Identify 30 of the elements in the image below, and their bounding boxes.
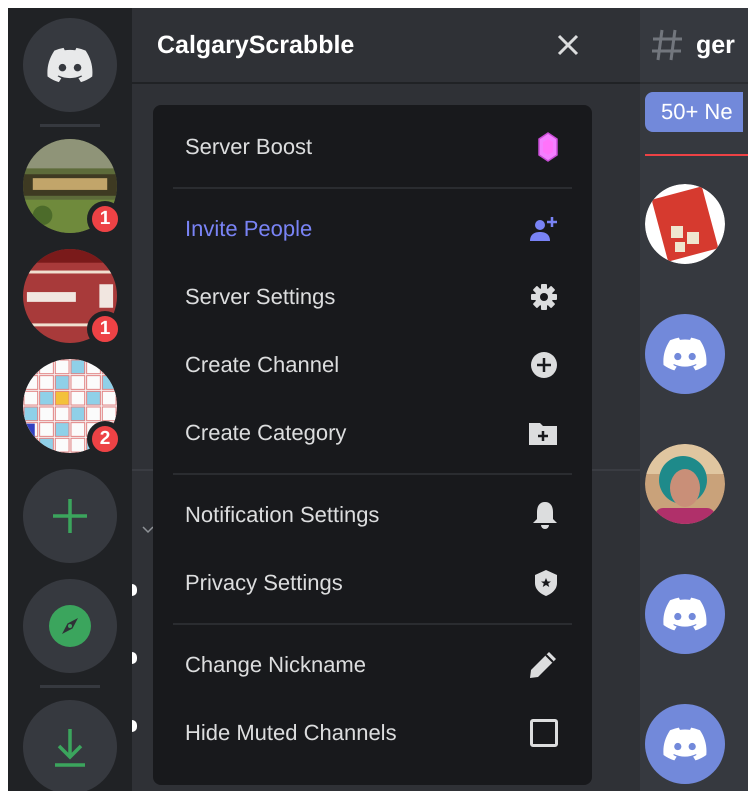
folder-plus-icon: [528, 420, 558, 446]
menu-item[interactable]: Change Nickname: [173, 631, 572, 699]
chevron-icon[interactable]: [142, 526, 154, 534]
checkbox[interactable]: [530, 719, 558, 747]
menu-item[interactable]: Server Boost: [173, 113, 572, 181]
shield-icon: [534, 569, 558, 597]
unread-indicator: [132, 720, 137, 732]
unread-indicator: [132, 652, 137, 664]
channel-name: ger: [696, 30, 735, 60]
download-icon: [53, 727, 87, 767]
server-name: CalgaryScrabble: [157, 30, 354, 60]
close-icon[interactable]: [556, 33, 580, 57]
menu-item[interactable]: Privacy Settings: [173, 549, 572, 617]
plus-circle-icon: [530, 351, 558, 379]
menu-item[interactable]: Create Category: [173, 399, 572, 467]
menu-item[interactable]: Notification Settings: [173, 481, 572, 549]
menu-item[interactable]: Create Channel: [173, 331, 572, 399]
menu-item[interactable]: Invite People: [173, 195, 572, 263]
unread-indicator: [132, 584, 137, 596]
gem-icon: [538, 132, 558, 162]
menu-item[interactable]: Hide Muted Channels: [173, 699, 572, 767]
bell-icon: [532, 501, 558, 529]
hash-icon: [650, 28, 684, 62]
plus-icon: [50, 496, 90, 536]
menu-item[interactable]: Server Settings: [173, 263, 572, 331]
settings-icon: [530, 283, 558, 311]
add-person-icon: [528, 216, 558, 242]
pencil-icon: [528, 650, 558, 680]
compass-icon: [49, 605, 91, 647]
discord-logo-icon: [47, 47, 93, 83]
